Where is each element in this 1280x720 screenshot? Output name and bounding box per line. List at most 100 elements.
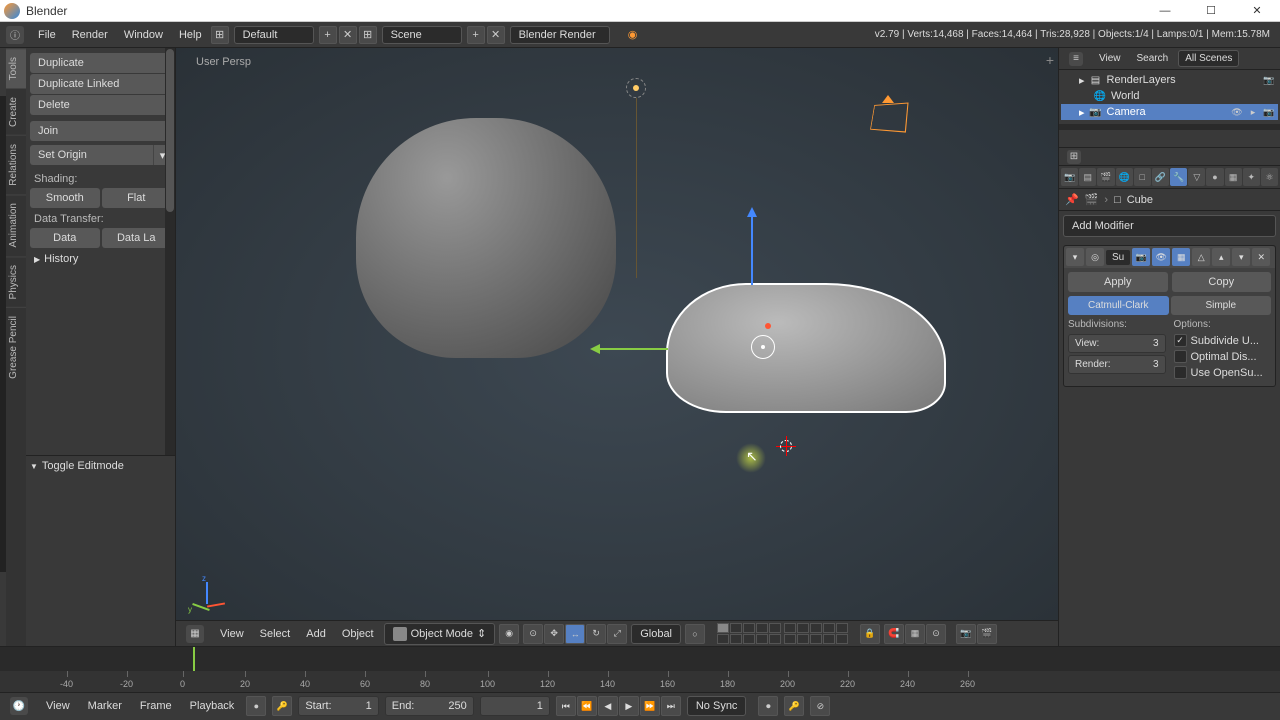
viewport-editor-type-icon[interactable]: ▦ xyxy=(186,625,204,643)
insert-keyframe-button[interactable]: 🔑 xyxy=(784,696,804,716)
tab-object-icon[interactable]: □ xyxy=(1134,168,1151,186)
add-modifier-dropdown[interactable]: Add Modifier xyxy=(1063,215,1276,237)
snap-element-button[interactable]: ▦ xyxy=(905,624,925,644)
optimal-display-checkbox[interactable]: Optimal Dis... xyxy=(1174,350,1272,363)
snap-toggle[interactable]: 🧲 xyxy=(884,624,904,644)
opensubdiv-checkbox[interactable]: Use OpenSu... xyxy=(1174,366,1272,379)
tab-constraints-icon[interactable]: 🔗 xyxy=(1152,168,1169,186)
frame-start-field[interactable]: Start: 1 xyxy=(298,696,378,716)
render-opengl-button[interactable]: 📷 xyxy=(956,624,976,644)
modifier-editmode-toggle[interactable]: ▦ xyxy=(1172,248,1190,266)
playhead[interactable] xyxy=(193,647,195,671)
editor-type-icon[interactable]: ⓘ xyxy=(6,26,24,44)
translate-manipulator[interactable]: ↔ xyxy=(565,624,585,644)
data-button[interactable]: Data xyxy=(30,228,100,248)
outliner-menu-search[interactable]: Search xyxy=(1131,53,1175,64)
tab-modifiers-icon[interactable]: 🔧 xyxy=(1170,168,1187,186)
tab-tools[interactable]: Tools xyxy=(6,48,26,88)
play-reverse-button[interactable]: ◀ xyxy=(598,696,618,716)
set-origin-dropdown[interactable]: Set Origin ▾ xyxy=(30,145,171,165)
restrict-render-icon[interactable]: 📷 xyxy=(1262,73,1276,87)
pin-icon[interactable]: 📌 xyxy=(1065,193,1079,206)
outliner-display-mode[interactable]: All Scenes xyxy=(1178,50,1239,67)
tab-particles-icon[interactable]: ✦ xyxy=(1243,168,1260,186)
duplicate-button[interactable]: Duplicate xyxy=(30,53,171,73)
gizmo-y-arrow[interactable] xyxy=(598,348,668,350)
transform-orientation-dropdown[interactable]: Global xyxy=(631,624,681,644)
history-panel-toggle[interactable]: History xyxy=(30,249,171,269)
delete-button[interactable]: Delete xyxy=(30,95,171,115)
scene-dropdown[interactable]: Scene xyxy=(382,26,462,44)
modifier-delete[interactable]: ✕ xyxy=(1252,248,1270,266)
viewport-menu-view[interactable]: View xyxy=(214,628,250,640)
pivot-point-button[interactable]: ⊙ xyxy=(523,624,543,644)
tab-scene-icon[interactable]: 🎬 xyxy=(1097,168,1114,186)
close-button[interactable]: ✕ xyxy=(1234,0,1280,22)
subdivide-uvs-checkbox[interactable]: Subdivide U... xyxy=(1174,334,1272,347)
timeline-track[interactable] xyxy=(0,647,1280,671)
outliner-item-camera[interactable]: ▸ 📷 Camera 👁 ▸ 📷 xyxy=(1061,104,1278,120)
outliner-menu-view[interactable]: View xyxy=(1093,53,1127,64)
jump-next-keyframe-button[interactable]: ⏩ xyxy=(640,696,660,716)
catmull-clark-toggle[interactable]: Catmull-Clark xyxy=(1068,296,1169,315)
tab-data-icon[interactable]: ▽ xyxy=(1188,168,1205,186)
tab-renderlayers-icon[interactable]: ▤ xyxy=(1079,168,1096,186)
layout-browse-icon[interactable]: ⊞ xyxy=(211,26,229,44)
snap-target-button[interactable]: ⊙ xyxy=(926,624,946,644)
tab-animation[interactable]: Animation xyxy=(6,194,26,255)
timeline-menu-playback[interactable]: Playback xyxy=(184,700,241,712)
modifier-move-up[interactable]: ▴ xyxy=(1212,248,1230,266)
jump-to-start-button[interactable]: ⏮ xyxy=(556,696,576,716)
shade-smooth-button[interactable]: Smooth xyxy=(30,188,100,208)
frame-end-field[interactable]: End: 250 xyxy=(385,696,474,716)
data-layout-button[interactable]: Data La xyxy=(102,228,172,248)
menu-file[interactable]: File xyxy=(30,29,64,41)
scene-browse-icon[interactable]: ⊞ xyxy=(359,26,377,44)
toolshelf-scrollbar[interactable] xyxy=(165,48,175,455)
rotate-manipulator[interactable]: ↻ xyxy=(586,624,606,644)
lock-camera-button[interactable]: 🔒 xyxy=(860,624,880,644)
shade-flat-button[interactable]: Flat xyxy=(102,188,172,208)
maximize-button[interactable]: ☐ xyxy=(1188,0,1234,22)
keying-set-button[interactable]: 🔑 xyxy=(272,696,292,716)
tab-material-icon[interactable]: ● xyxy=(1206,168,1223,186)
selected-cube-object[interactable] xyxy=(666,283,946,413)
layout-add-button[interactable]: + xyxy=(319,26,337,44)
tab-render-icon[interactable]: 📷 xyxy=(1061,168,1078,186)
tab-world-icon[interactable]: 🌐 xyxy=(1116,168,1133,186)
camera-object[interactable] xyxy=(868,103,918,138)
modifier-copy-button[interactable]: Copy xyxy=(1172,272,1272,292)
proportional-edit-button[interactable]: ○ xyxy=(685,624,705,644)
viewport-menu-add[interactable]: Add xyxy=(300,628,332,640)
timeline-menu-frame[interactable]: Frame xyxy=(134,700,178,712)
shading-mode-button[interactable]: ◉ xyxy=(499,624,519,644)
layout-delete-button[interactable]: ✕ xyxy=(339,26,357,44)
scale-manipulator[interactable]: ⤢ xyxy=(607,624,627,644)
scene-add-button[interactable]: + xyxy=(467,26,485,44)
render-opengl-anim-button[interactable]: 🎬 xyxy=(977,624,997,644)
simple-toggle[interactable]: Simple xyxy=(1171,296,1272,315)
selectable-icon[interactable]: ▸ xyxy=(1246,105,1260,119)
outliner-editor-type-icon[interactable]: ≡ xyxy=(1069,52,1083,66)
modifier-cage-toggle[interactable]: △ xyxy=(1192,248,1210,266)
tab-texture-icon[interactable]: ▦ xyxy=(1225,168,1242,186)
rounded-cube-object[interactable] xyxy=(356,118,616,358)
renderable-icon[interactable]: 📷 xyxy=(1262,105,1276,119)
properties-editor-type-icon[interactable]: ⊞ xyxy=(1067,150,1081,164)
jump-prev-keyframe-button[interactable]: ⏪ xyxy=(577,696,597,716)
join-button[interactable]: Join xyxy=(30,121,171,141)
timeline-ruler[interactable]: -40-200204060801001201401601802002202402… xyxy=(0,671,1280,693)
gizmo-x-handle[interactable] xyxy=(765,323,771,329)
tab-physics[interactable]: Physics xyxy=(6,256,26,307)
viewport-menu-object[interactable]: Object xyxy=(336,628,380,640)
gizmo-z-arrow[interactable] xyxy=(751,215,753,285)
layer-buttons[interactable] xyxy=(717,623,848,644)
viewport-properties-toggle[interactable]: + xyxy=(1046,52,1054,68)
screen-layout-dropdown[interactable]: Default xyxy=(234,26,314,44)
scene-delete-button[interactable]: ✕ xyxy=(487,26,505,44)
manipulator-toggle[interactable]: ✥ xyxy=(544,624,564,644)
3d-viewport[interactable]: User Persp + ↖ z y (1) Cube ▦ View S xyxy=(176,48,1058,646)
tab-grease-pencil[interactable]: Grease Pencil xyxy=(6,307,26,387)
operator-panel-toggle[interactable]: Toggle Editmode xyxy=(26,456,175,476)
timeline-editor-type-icon[interactable]: 🕐 xyxy=(10,697,28,715)
